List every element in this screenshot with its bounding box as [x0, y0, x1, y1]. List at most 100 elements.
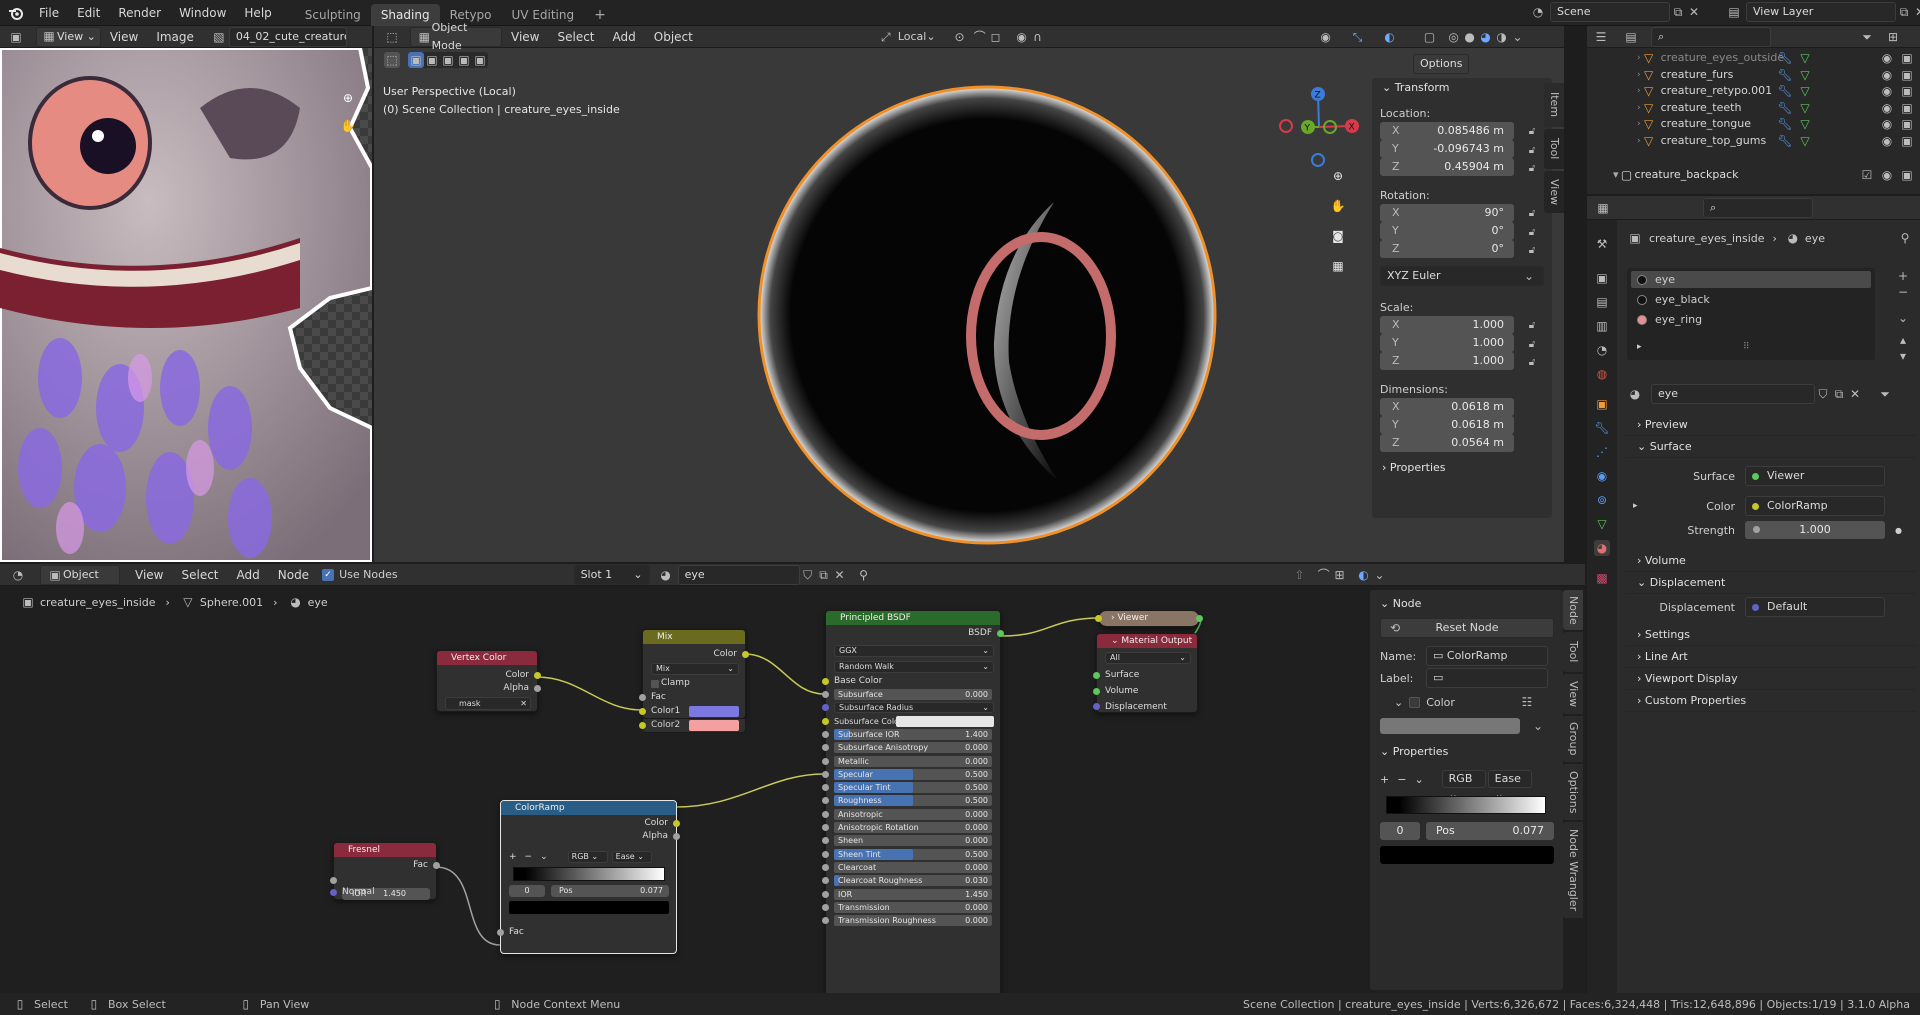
- properties-subpanel[interactable]: › Properties: [1382, 458, 1446, 478]
- output-volume-socket[interactable]: [1093, 688, 1100, 695]
- sidebar-tab-view[interactable]: View: [1544, 171, 1564, 213]
- outliner-search[interactable]: ⌕: [1651, 26, 1771, 47]
- principled-input-slider[interactable]: Sheen Tint 0.500: [834, 848, 992, 860]
- material-name-field[interactable]: eye: [1651, 384, 1815, 404]
- vertex-color-alpha-socket[interactable]: [534, 685, 541, 692]
- principled-input-slider[interactable]: Anisotropic Rotation 0.000: [834, 822, 992, 833]
- transform-orientation[interactable]: ⤢ Local ⌄: [878, 29, 936, 45]
- lock-icon[interactable]: 🔓︎: [1524, 337, 1540, 353]
- lock-icon[interactable]: 🔓︎: [1524, 124, 1540, 140]
- remove-stop-icon[interactable]: −: [525, 852, 533, 862]
- slot-specials-icon[interactable]: ⌄: [1895, 310, 1911, 326]
- location-z-field[interactable]: Z 0.45904 m: [1380, 158, 1514, 176]
- colorramp-alpha-socket[interactable]: [673, 833, 680, 840]
- fake-user-icon[interactable]: ⛉: [1815, 386, 1831, 402]
- principled-input-slider[interactable]: Transmission Roughness 0.000: [834, 915, 992, 927]
- duplicate-material-icon[interactable]: ⧉: [1831, 386, 1847, 402]
- node-name-field[interactable]: ▭ ColorRamp: [1426, 646, 1548, 666]
- lock-icon[interactable]: 🔓︎: [1524, 243, 1540, 259]
- zoom-in-icon[interactable]: ⊕: [340, 90, 356, 106]
- rotation-z-field[interactable]: Z 0°: [1380, 240, 1514, 258]
- mix-color1-socket[interactable]: [639, 708, 646, 715]
- material-slot-item[interactable]: eye: [1631, 271, 1871, 288]
- camera-render-icon[interactable]: ▣: [1899, 83, 1915, 99]
- principled-input-socket[interactable]: [822, 903, 829, 911]
- reset-node-button[interactable]: ⟲ Reset Node: [1380, 618, 1554, 638]
- world-tab-icon[interactable]: ◍: [1594, 366, 1610, 382]
- colorramp-node[interactable]: ColorRamp Color Alpha + − ⌄ RGB ⌄ Ease ⌄ 0…: [497, 800, 680, 954]
- ramp-interp-dropdown[interactable]: Ease ⌄: [1487, 770, 1532, 801]
- strength-field[interactable]: 1.000: [1745, 521, 1885, 539]
- material-slot-item[interactable]: eye_ring: [1631, 311, 1871, 328]
- menu-window[interactable]: Window: [170, 1, 235, 25]
- ramp-specials-icon[interactable]: ⌄: [540, 852, 548, 862]
- select-intersect-icon[interactable]: ▣: [472, 52, 488, 68]
- view-layer-icon[interactable]: ▤: [1726, 4, 1742, 20]
- eye-icon[interactable]: ◉: [1879, 133, 1895, 149]
- delete-view-layer-icon[interactable]: ✕: [1912, 4, 1920, 20]
- camera-render-icon[interactable]: ▣: [1899, 100, 1915, 116]
- properties-search[interactable]: ⌕: [1703, 197, 1813, 218]
- vertex-color-node[interactable]: Vertex Color Color Alpha mask ✕: [436, 650, 541, 712]
- vertex-color-header[interactable]: Vertex Color: [437, 651, 537, 665]
- principled-input-socket[interactable]: [822, 797, 829, 805]
- principled-input-slider[interactable]: Roughness 0.500: [834, 795, 992, 807]
- image-menu-image[interactable]: Image: [147, 25, 203, 49]
- ramp-stop-color[interactable]: [1380, 846, 1554, 864]
- node-label-field[interactable]: ▭: [1426, 668, 1548, 688]
- outliner-item[interactable]: › ▽ creature_top_gums 🔧︎ ▽ ◉ ▣: [1587, 133, 1920, 150]
- view-layer-tab-icon[interactable]: ▥: [1594, 318, 1610, 334]
- outliner-item[interactable]: › ▽ creature_eyes_outside 🔧︎ ▽ ◉ ▣: [1587, 50, 1920, 67]
- image-canvas[interactable]: ⊕ ✋: [0, 48, 372, 562]
- node-tab-options[interactable]: Options: [1563, 764, 1583, 820]
- node-tab-view[interactable]: View: [1563, 674, 1583, 714]
- rotation-y-field[interactable]: Y 0°: [1380, 222, 1514, 240]
- node-color-expand-icon[interactable]: ⌄: [1394, 696, 1403, 709]
- node-color-presets-icon[interactable]: ☷: [1519, 694, 1535, 710]
- properties-type-icon[interactable]: ▦: [1595, 200, 1611, 216]
- tab-sculpting[interactable]: Sculpting: [295, 4, 371, 26]
- principled-input-socket[interactable]: [822, 850, 829, 858]
- keyframe-icon[interactable]: ●: [1895, 526, 1902, 535]
- scene-tab-icon[interactable]: ◔: [1594, 342, 1610, 358]
- output-tab-icon[interactable]: ▤: [1594, 294, 1610, 310]
- principled-input-socket[interactable]: [822, 890, 829, 898]
- filter-icon[interactable]: ⏷: [1859, 29, 1875, 45]
- viewer-input-socket[interactable]: [1095, 615, 1102, 622]
- principled-base-color-socket[interactable]: [822, 678, 829, 685]
- node-color-checkbox[interactable]: [1409, 696, 1421, 708]
- viewport-menu-object[interactable]: Object: [645, 25, 702, 49]
- viewport-menu-select[interactable]: Select: [548, 25, 603, 49]
- eye-icon[interactable]: ◉: [1879, 67, 1895, 83]
- wireframe-shading-icon[interactable]: ◎: [1446, 29, 1462, 45]
- eye-icon[interactable]: ◉: [1879, 100, 1895, 116]
- texture-tab-icon[interactable]: ▩: [1594, 570, 1610, 586]
- transform-header[interactable]: ⌄ Transform: [1372, 78, 1552, 98]
- node-tab-node[interactable]: Node: [1563, 590, 1583, 630]
- move-up-icon[interactable]: ▴: [1895, 332, 1911, 348]
- xray-icon[interactable]: ▢: [1422, 29, 1438, 45]
- lock-icon[interactable]: 🔓︎: [1524, 355, 1540, 371]
- add-workspace-button[interactable]: +: [584, 4, 616, 26]
- principled-header[interactable]: Principled BSDF: [826, 611, 1000, 625]
- surface-shader-field[interactable]: Viewer: [1745, 466, 1885, 486]
- principled-input-socket[interactable]: [822, 704, 829, 712]
- select-subtract-icon[interactable]: ▣: [440, 52, 456, 68]
- material-output-node[interactable]: ⌄ Material Output All ⌄ Surface Volume Di…: [1093, 633, 1198, 713]
- object-tab-icon[interactable]: ▣: [1594, 396, 1610, 412]
- particles-tab-icon[interactable]: ⋰: [1594, 444, 1610, 460]
- mix-color1-swatch[interactable]: [689, 706, 739, 717]
- colorramp-pos-field[interactable]: Pos 0.077: [551, 885, 669, 897]
- camera-icon[interactable]: ◙: [1330, 228, 1346, 244]
- image-menu-view[interactable]: View: [101, 25, 147, 49]
- node-panel-header[interactable]: ⌄ Node: [1370, 594, 1563, 614]
- image-browse-icon[interactable]: ▧: [211, 29, 227, 45]
- principled-input-slider[interactable]: Specular Tint 0.500: [834, 782, 992, 794]
- camera-render-icon[interactable]: ▣: [1899, 133, 1915, 149]
- vertex-color-layer-field[interactable]: mask ✕: [445, 697, 531, 710]
- modifier-tab-icon[interactable]: 🔧︎: [1594, 420, 1610, 436]
- select-tool-icon[interactable]: ⬚: [384, 52, 400, 68]
- outliner-type-icon[interactable]: ☰: [1593, 29, 1609, 45]
- data-tab-icon[interactable]: ▽: [1594, 516, 1610, 532]
- rotation-x-field[interactable]: X 90°: [1380, 204, 1514, 222]
